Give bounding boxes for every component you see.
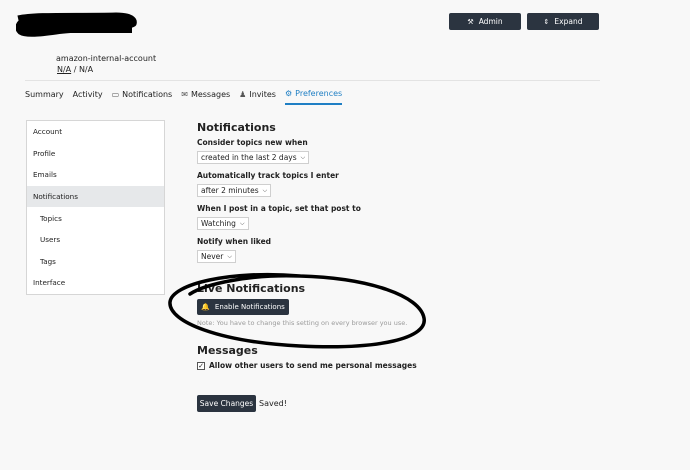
tab-messages-label: Messages <box>190 90 231 99</box>
side-item-interface[interactable]: Interface <box>27 272 164 294</box>
tab-messages[interactable]: ✉ Messages <box>181 89 230 105</box>
enable-notifications-label: Enable Notifications <box>214 303 285 311</box>
account-name: amazon-internal-account <box>56 54 157 63</box>
tab-notifications-label: Notifications <box>122 90 173 99</box>
new-topics-select-value: created in the last 2 days <box>201 153 297 162</box>
tab-invites-label: Invites <box>249 90 276 99</box>
chevron-down-icon: ⌵ <box>239 219 245 227</box>
tab-activity-label: Activity <box>72 90 103 99</box>
account-sub-separator: / <box>71 65 79 74</box>
side-item-emails[interactable]: Emails <box>27 164 164 186</box>
side-item-topics[interactable]: Topics <box>27 207 164 229</box>
tab-preferences[interactable]: ⚙ Preferences <box>284 89 343 105</box>
header-divider <box>25 80 600 81</box>
live-notifications-heading: Live Notifications <box>197 282 306 295</box>
notifications-heading: Notifications <box>197 121 276 134</box>
notify-liked-label: Notify when liked <box>197 237 272 246</box>
redaction-scribble <box>16 12 137 37</box>
expand-button-label: Expand <box>554 17 583 26</box>
tab-summary-label: Summary <box>25 90 64 99</box>
chevron-down-icon: ⌵ <box>227 252 232 260</box>
new-topics-select[interactable]: created in the last 2 days ⌵ <box>197 151 310 164</box>
enable-notifications-button[interactable]: 🔔 Enable Notifications <box>197 299 289 315</box>
tab-summary[interactable]: Summary <box>25 89 64 105</box>
allow-messages-checkbox[interactable]: ✓ <box>197 361 205 370</box>
track-topics-label: Automatically track topics I enter <box>197 171 339 180</box>
bell-icon: 🔔 <box>201 303 210 311</box>
wrench-icon: ⚒ <box>467 17 474 26</box>
side-item-account[interactable]: Account <box>27 121 164 143</box>
save-changes-button[interactable]: Save Changes <box>197 395 256 412</box>
side-item-notifications[interactable]: Notifications <box>27 185 164 208</box>
envelope-icon: ✉ <box>181 90 188 99</box>
admin-button[interactable]: ⚒ Admin <box>449 13 521 30</box>
allow-messages-row: ✓ Allow other users to send me personal … <box>197 361 417 370</box>
expand-icon: ⇕ <box>543 17 550 26</box>
tab-notifications[interactable]: ▭ Notifications <box>112 89 173 105</box>
preferences-side-menu: Account Profile Emails Notifications Top… <box>26 120 165 295</box>
post-setting-select-value: Watching <box>201 219 236 228</box>
tab-activity[interactable]: Activity <box>73 89 103 105</box>
notify-liked-select-value: Never <box>201 252 224 261</box>
tab-preferences-label: Preferences <box>295 89 343 98</box>
track-topics-select[interactable]: after 2 minutes ⌵ <box>197 184 272 197</box>
post-setting-label: When I post in a topic, set that post to <box>197 204 361 213</box>
chevron-down-icon: ⌵ <box>300 153 306 161</box>
side-item-profile[interactable]: Profile <box>27 143 164 165</box>
side-item-users[interactable]: Users <box>27 229 164 251</box>
user-plus-icon: ♟ <box>239 90 247 99</box>
account-sub-text: N/A <box>78 65 94 74</box>
new-topics-label: Consider topics new when <box>197 138 308 147</box>
gear-icon: ⚙ <box>284 89 293 98</box>
messages-heading: Messages <box>197 344 258 357</box>
side-item-tags[interactable]: Tags <box>27 251 164 273</box>
admin-button-label: Admin <box>478 17 503 26</box>
track-topics-select-value: after 2 minutes <box>201 186 259 195</box>
chevron-down-icon: ⌵ <box>262 186 268 194</box>
profile-nav: Summary Activity ▭ Notifications ✉ Message… <box>25 89 343 105</box>
account-subtitle: N/A / N/A <box>57 65 93 74</box>
post-setting-select[interactable]: Watching ⌵ <box>197 217 249 230</box>
account-sub-link[interactable]: N/A <box>57 65 71 74</box>
expand-button[interactable]: ⇕ Expand <box>527 13 599 30</box>
live-notifications-note: Note: You have to change this setting on… <box>197 319 408 327</box>
comment-icon: ▭ <box>111 90 120 99</box>
saved-status: Saved! <box>259 399 287 408</box>
allow-messages-label[interactable]: Allow other users to send me personal me… <box>209 361 417 370</box>
tab-invites[interactable]: ♟ Invites <box>239 89 276 105</box>
notify-liked-select[interactable]: Never ⌵ <box>197 250 236 263</box>
